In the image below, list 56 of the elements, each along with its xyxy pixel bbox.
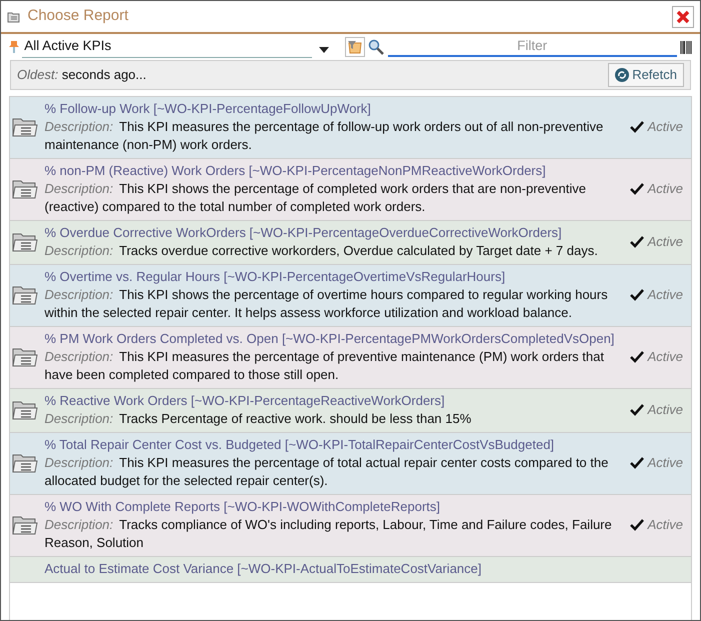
report-row[interactable]: Actual to Estimate Cost Variance [~WO-KPI-ActualToEstimateCostVariance] bbox=[10, 557, 691, 583]
report-row[interactable]: % Overdue Corrective WorkOrders [~WO-KPI-PercentageOverdueCorrectiveWorkOrders] Description: Tracks overdue corrective workorders, Overdue calculated by Target date + 7 days. Active bbox=[10, 221, 691, 265]
report-folder-icon bbox=[12, 231, 38, 253]
report-set-dropdown[interactable]: All Active KPIs bbox=[22, 36, 312, 58]
refetch-button[interactable]: Refetch bbox=[608, 63, 684, 87]
caret-icon[interactable] bbox=[318, 47, 329, 54]
close-icon bbox=[675, 8, 691, 24]
report-row[interactable]: % WO With Complete Reports [~WO-KPI-WOWithCompleteReports] Description: Tracks compliance of WO's including reports, Labour, Time and Failure codes, Failure Reason, Solution Active bbox=[10, 495, 691, 557]
report-row[interactable] bbox=[10, 159, 691, 221]
report-title: Actual to Estimate Cost Variance [~WO-KPI-ActualToEstimateCostVariance] bbox=[44, 560, 482, 578]
report-row[interactable] bbox=[10, 327, 691, 389]
report-row[interactable] bbox=[10, 433, 691, 495]
folder-icon bbox=[7, 10, 21, 22]
report-description: Description: This KPI shows the percentage of completed work orders that are non-preventive (reactive) compared to the total number of completed work orders. bbox=[44, 180, 587, 216]
filter-field[interactable]: Filter bbox=[388, 37, 677, 57]
report-row[interactable]: % Reactive Work Orders [~WO-KPI-PercentageReactiveWorkOrders] Description: Tracks Percentage of reactive work. should be less than 15% Active bbox=[10, 389, 691, 433]
report-description: Description: This KPI measures the percentage of preventive maintenance (PM) work orders that have been completed compared to those still open. bbox=[44, 348, 605, 384]
status-label: Active bbox=[648, 118, 683, 136]
report-row[interactable] bbox=[10, 265, 691, 327]
status-label: Active bbox=[648, 401, 683, 420]
report-title: % WO With Complete Reports [~WO-KPI-WOWithCompleteReports] bbox=[44, 498, 442, 516]
close-button[interactable] bbox=[672, 6, 694, 28]
search-icon[interactable] bbox=[368, 39, 384, 55]
oldest-info: Oldest: seconds ago... bbox=[17, 66, 148, 84]
report-title: % Overdue Corrective WorkOrders [~WO-KPI-PercentageOverdueCorrectiveWorkOrders] bbox=[44, 224, 563, 242]
barcode-icon[interactable] bbox=[680, 40, 692, 54]
status-label: Active bbox=[648, 348, 683, 366]
pin-icon bbox=[9, 40, 19, 54]
report-folder-icon bbox=[12, 116, 38, 138]
report-folder-icon bbox=[12, 346, 38, 368]
report-title: % PM Work Orders Completed vs. Open [~WO-KPI-PercentagePMWorkOrdersCompletedVsOpen] bbox=[44, 330, 616, 348]
report-folder-icon bbox=[12, 284, 38, 306]
report-title: % Follow-up Work [~WO-KPI-PercentageFollowUpWork] bbox=[44, 100, 372, 118]
status-label: Active bbox=[648, 233, 683, 252]
report-row[interactable]: % Follow-up Work [~WO-KPI-PercentageFollowUpWork] Description: This KPI measures the percentage of follow-up work orders out of all non-preventive maintenance (non-PM) work orders. Active bbox=[10, 97, 691, 159]
report-description: Description: This KPI measures the percentage of follow-up work orders out of all non-preventive maintenance (non-PM) work orders. bbox=[44, 118, 604, 154]
report-description: Description: Tracks compliance of WO's including reports, Labour, Time and Failure codes, Failure Reason, Solution bbox=[44, 516, 613, 552]
report-title: % Reactive Work Orders [~WO-KPI-PercentageReactiveWorkOrders] bbox=[44, 392, 446, 410]
report-title: % non-PM (Reactive) Work Orders [~WO-KPI-PercentageNonPMReactiveWorkOrders] bbox=[44, 162, 547, 180]
report-title: % Overtime vs. Regular Hours [~WO-KPI-PercentageOvertimeVsRegularHours] bbox=[44, 268, 506, 286]
status-label: Active bbox=[648, 286, 683, 304]
report-description: Description: Tracks overdue corrective workorders, Overdue calculated by Target date + 7 days. bbox=[44, 242, 599, 260]
report-description: Description: This KPI measures the percentage of total actual repair center costs compared to the allocated budget for the selected repair center(s). bbox=[44, 454, 610, 490]
report-folder-icon bbox=[12, 514, 38, 536]
refresh-icon bbox=[614, 68, 629, 82]
report-description: Description: This KPI shows the percentage of overtime hours compared to regular working hours within the selected repair center. It helps assess workforce utilization and workload balance. bbox=[44, 286, 609, 322]
filter-folder-icon[interactable] bbox=[345, 37, 365, 57]
report-folder-icon bbox=[12, 452, 38, 474]
report-description: Description: Tracks Percentage of reactive work. should be less than 15% bbox=[44, 410, 472, 428]
report-title: % Total Repair Center Cost vs. Budgeted [~WO-KPI-TotalRepairCenterCostVsBudgeted] bbox=[44, 436, 556, 454]
status-label: Active bbox=[648, 180, 683, 198]
status-label: Active bbox=[648, 516, 683, 534]
report-folder-icon bbox=[12, 399, 38, 421]
report-folder-icon bbox=[12, 178, 38, 200]
window-title: Choose Report bbox=[28, 6, 130, 26]
status-label: Active bbox=[648, 454, 683, 472]
